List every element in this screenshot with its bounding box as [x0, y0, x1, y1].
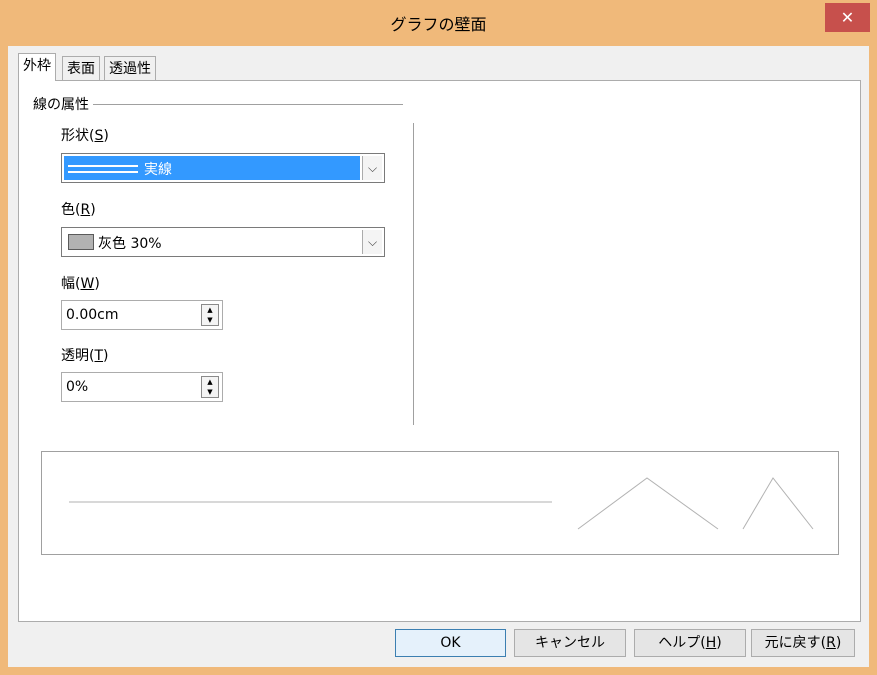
tab-panel: 線の属性 形状(S) 実線 ⌵ 色(R) 灰色 30% ⌵ 幅(W) 0.00c…	[18, 80, 861, 622]
spin-down-icon[interactable]: ▼	[202, 387, 218, 397]
group-title: 線の属性	[33, 94, 93, 114]
preview-graphic	[69, 477, 814, 530]
style-dropdown[interactable]: 実線 ⌵	[61, 153, 385, 183]
style-value: 実線	[144, 162, 172, 178]
tab-area[interactable]: 表面	[62, 56, 100, 80]
style-selection: 実線	[64, 156, 360, 180]
width-value: 0.00cm	[66, 307, 119, 323]
dialog-window: グラフの壁面 ✕ 外枠 表面 透過性 線の属性 形状(S) 実線 ⌵ 色(R)	[0, 0, 877, 675]
tab-transparency[interactable]: 透過性	[104, 56, 156, 80]
color-dropdown[interactable]: 灰色 30% ⌵	[61, 227, 385, 257]
window-title: グラフの壁面	[390, 15, 487, 34]
color-label: 色(R)	[61, 202, 96, 218]
transparency-spinbox[interactable]: 0% ▲ ▼	[61, 372, 223, 402]
reset-button[interactable]: 元に戻す(R)	[751, 629, 855, 657]
width-label: 幅(W)	[61, 276, 100, 292]
transparency-spin-buttons: ▲ ▼	[201, 376, 219, 398]
color-swatch	[68, 234, 94, 250]
cancel-button[interactable]: キャンセル	[514, 629, 626, 657]
tab-border[interactable]: 外枠	[18, 53, 56, 81]
dialog-body: 外枠 表面 透過性 線の属性 形状(S) 実線 ⌵ 色(R) 灰色 30% ⌵	[8, 46, 869, 667]
close-icon[interactable]: ✕	[825, 3, 870, 32]
chevron-down-icon[interactable]: ⌵	[362, 230, 382, 254]
width-spinbox[interactable]: 0.00cm ▲ ▼	[61, 300, 223, 330]
chevron-down-icon[interactable]: ⌵	[362, 156, 382, 180]
vertical-divider	[413, 123, 414, 425]
spin-up-icon[interactable]: ▲	[202, 377, 218, 387]
width-spin-buttons: ▲ ▼	[201, 304, 219, 326]
help-button[interactable]: ヘルプ(H)	[634, 629, 746, 657]
solid-line-sample	[68, 165, 138, 173]
spin-up-icon[interactable]: ▲	[202, 305, 218, 315]
ok-button[interactable]: OK	[395, 629, 506, 657]
title-bar[interactable]: グラフの壁面 ✕	[0, 0, 877, 46]
preview-narrow-angle	[742, 477, 814, 530]
style-label: 形状(S)	[61, 128, 109, 144]
spin-down-icon[interactable]: ▼	[202, 315, 218, 325]
line-preview	[41, 451, 839, 555]
transparency-value: 0%	[66, 379, 89, 395]
preview-wide-angle	[577, 477, 719, 530]
color-value: 灰色 30%	[98, 236, 162, 252]
transparency-label: 透明(T)	[61, 348, 109, 364]
